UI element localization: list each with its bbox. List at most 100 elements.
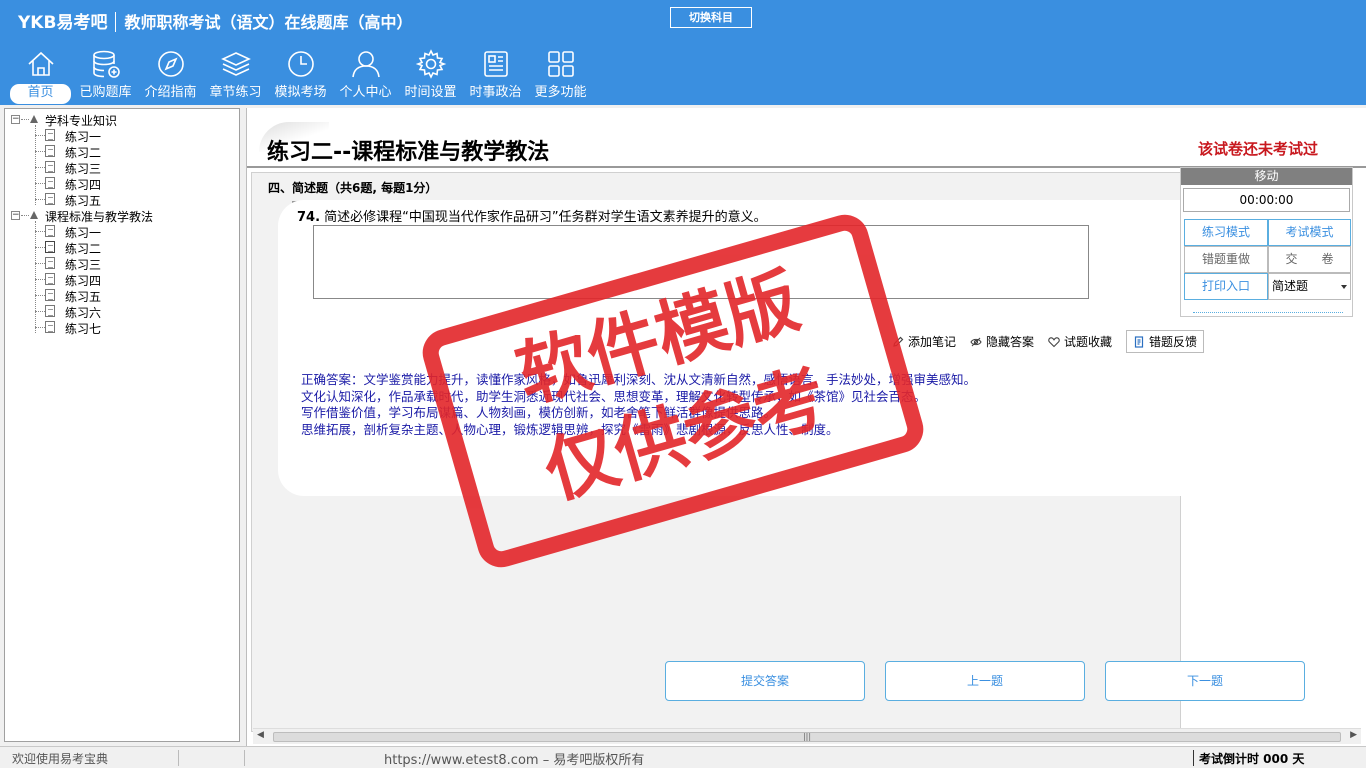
nav-label-politics: 时事政治 bbox=[469, 85, 522, 100]
status-divider bbox=[244, 750, 245, 766]
answer-line: 思维拓展，剖析复杂主题、人物心理，锻炼逻辑思辨，探究《雷雨》悲剧根源，反思人性、… bbox=[301, 421, 839, 437]
eye-hidden-icon bbox=[970, 337, 982, 346]
hand-in-button[interactable]: 交 卷 bbox=[1268, 246, 1351, 273]
grid-icon bbox=[547, 51, 574, 77]
tree-connector bbox=[35, 311, 45, 312]
report-icon bbox=[1134, 335, 1144, 348]
tree-connector bbox=[35, 125, 36, 205]
scroll-left-icon[interactable]: ◀ bbox=[257, 730, 264, 740]
tree-connector bbox=[35, 327, 45, 328]
tree-item[interactable]: 练习二 bbox=[65, 144, 101, 161]
nav-label-purchased: 已购题库 bbox=[79, 85, 132, 100]
print-button[interactable]: 打印入口 bbox=[1184, 273, 1268, 300]
tree-item[interactable]: 练习五 bbox=[65, 288, 101, 305]
tree-item[interactable]: 练习五 bbox=[65, 192, 101, 209]
tree-group-curriculum[interactable]: 课程标准与教学教法 bbox=[45, 208, 153, 225]
question-type-select[interactable]: 简述题 bbox=[1268, 273, 1351, 300]
nav-label-time-settings: 时间设置 bbox=[404, 85, 457, 100]
document-icon bbox=[45, 129, 55, 141]
tree-connector bbox=[35, 151, 45, 152]
tree-item[interactable]: 练习四 bbox=[65, 176, 101, 193]
nav-item-politics[interactable]: 时事政治 bbox=[463, 48, 528, 104]
tree-connector bbox=[35, 247, 45, 248]
answer-line: 文化认知深化，作品承载时代，助学生洞悉近现代社会、思想变革，理解文化转型传承，如… bbox=[301, 388, 927, 404]
horizontal-scrollbar[interactable]: ◀ ||| ▶ bbox=[253, 728, 1361, 744]
database-icon bbox=[92, 50, 120, 78]
switch-subject-button[interactable]: 切换科目 bbox=[670, 7, 752, 28]
tree-connector bbox=[35, 221, 36, 333]
exam-control-panel: 移动 00:00:00 练习模式 考试模式 错题重做 交 卷 打印入口 简述题 bbox=[1180, 167, 1353, 317]
move-handle[interactable]: 移动 bbox=[1181, 168, 1352, 185]
add-note-button[interactable]: 添加笔记 bbox=[892, 333, 956, 350]
document-icon bbox=[45, 145, 55, 157]
hide-answer-button[interactable]: 隐藏答案 bbox=[970, 333, 1034, 350]
document-icon bbox=[45, 225, 55, 237]
tree-group-subject[interactable]: 学科专业知识 bbox=[45, 112, 117, 129]
nav-item-mock-exam[interactable]: 模拟考场 bbox=[268, 48, 333, 104]
previous-question-button[interactable]: 上一题 bbox=[885, 661, 1085, 701]
favorite-label: 试题收藏 bbox=[1064, 335, 1113, 349]
exercise-tree: − 学科专业知识 练习一 练习二 练习三 练习四 练习五 − 课程标准与教学教法… bbox=[4, 108, 240, 742]
nav-item-chapters[interactable]: 章节练习 bbox=[203, 48, 268, 104]
paper-title: 练习二--课程标准与教学教法 bbox=[267, 140, 550, 165]
practice-mode-button[interactable]: 练习模式 bbox=[1184, 219, 1268, 246]
expander-group1[interactable]: − bbox=[11, 115, 20, 124]
submit-answer-button[interactable]: 提交答案 bbox=[665, 661, 865, 701]
next-question-button[interactable]: 下一题 bbox=[1105, 661, 1305, 701]
tree-item[interactable]: 练习一 bbox=[65, 224, 101, 241]
panel-footer bbox=[1193, 312, 1343, 316]
folder-icon bbox=[30, 115, 38, 123]
nav-item-home[interactable]: 首页 bbox=[8, 48, 73, 104]
document-icon bbox=[45, 161, 55, 173]
tree-item[interactable]: 练习一 bbox=[65, 128, 101, 145]
copyright-text: https://www.etest8.com – 易考吧版权所有 bbox=[384, 753, 645, 768]
tree-item-selected[interactable]: 练习二 bbox=[65, 240, 101, 257]
status-divider bbox=[1193, 750, 1194, 766]
nav-label-mock-exam: 模拟考场 bbox=[274, 85, 327, 100]
nav-item-guide[interactable]: 介绍指南 bbox=[138, 48, 203, 104]
favorite-button[interactable]: 试题收藏 bbox=[1048, 333, 1112, 350]
answer-line: 写作借鉴价值，学习布局谋篇、人物刻画，模仿创新，如老舍笔下鲜活群像提供思路。 bbox=[301, 405, 777, 420]
tree-connector bbox=[35, 263, 45, 264]
nav-label-guide: 介绍指南 bbox=[144, 85, 197, 100]
heart-icon bbox=[1048, 336, 1060, 347]
nav-item-time-settings[interactable]: 时间设置 bbox=[398, 48, 463, 104]
tree-item[interactable]: 练习四 bbox=[65, 272, 101, 289]
tree-connector bbox=[35, 295, 45, 296]
tree-item[interactable]: 练习三 bbox=[65, 160, 101, 177]
document-icon bbox=[45, 289, 55, 301]
logo: YKB易考吧 bbox=[18, 13, 108, 33]
question-text: 74. 简述必修课程“中国现当代作家作品研习”任务群对学生语文素养提升的意义。 bbox=[297, 206, 767, 225]
nav-label-more: 更多功能 bbox=[534, 85, 587, 100]
gear-icon bbox=[415, 49, 446, 79]
nav-item-profile[interactable]: 个人中心 bbox=[333, 48, 398, 104]
nav-label-chapters: 章节练习 bbox=[209, 85, 262, 100]
redo-wrong-button[interactable]: 错题重做 bbox=[1184, 246, 1268, 273]
welcome-text: 欢迎使用易考宝典 bbox=[12, 752, 109, 766]
app-title: 教师职称考试（语文）在线题库（高中） bbox=[124, 13, 413, 32]
chevron-down-icon bbox=[1341, 285, 1347, 289]
expander-group2[interactable]: − bbox=[11, 211, 20, 220]
nav-item-purchased[interactable]: 已购题库 bbox=[73, 48, 138, 104]
nav-label-home: 首页 bbox=[10, 84, 71, 104]
exam-mode-button[interactable]: 考试模式 bbox=[1268, 219, 1351, 246]
answer-input[interactable] bbox=[313, 225, 1089, 299]
exam-status: 该试卷还未考试过 bbox=[1198, 140, 1319, 158]
document-icon bbox=[45, 193, 55, 205]
tree-item[interactable]: 练习三 bbox=[65, 256, 101, 273]
error-feedback-button[interactable]: 错题反馈 bbox=[1126, 330, 1205, 353]
clock-icon bbox=[287, 51, 314, 77]
brand: YKB易考吧 教师职称考试（语文）在线题库（高中） bbox=[18, 8, 412, 33]
user-icon bbox=[351, 51, 380, 78]
scroll-right-icon[interactable]: ▶ bbox=[1350, 730, 1357, 740]
tree-connector bbox=[35, 135, 45, 136]
scroll-thumb[interactable]: ||| bbox=[273, 732, 1341, 742]
tree-item[interactable]: 练习六 bbox=[65, 304, 101, 321]
nav-item-more[interactable]: 更多功能 bbox=[528, 48, 593, 104]
document-icon bbox=[45, 177, 55, 189]
home-icon bbox=[27, 51, 54, 76]
layers-icon bbox=[220, 52, 251, 76]
section-heading: 四、简述题（共6题, 每题1分） bbox=[268, 181, 438, 195]
tree-item[interactable]: 练习七 bbox=[65, 320, 101, 337]
tree-connector bbox=[35, 279, 45, 280]
